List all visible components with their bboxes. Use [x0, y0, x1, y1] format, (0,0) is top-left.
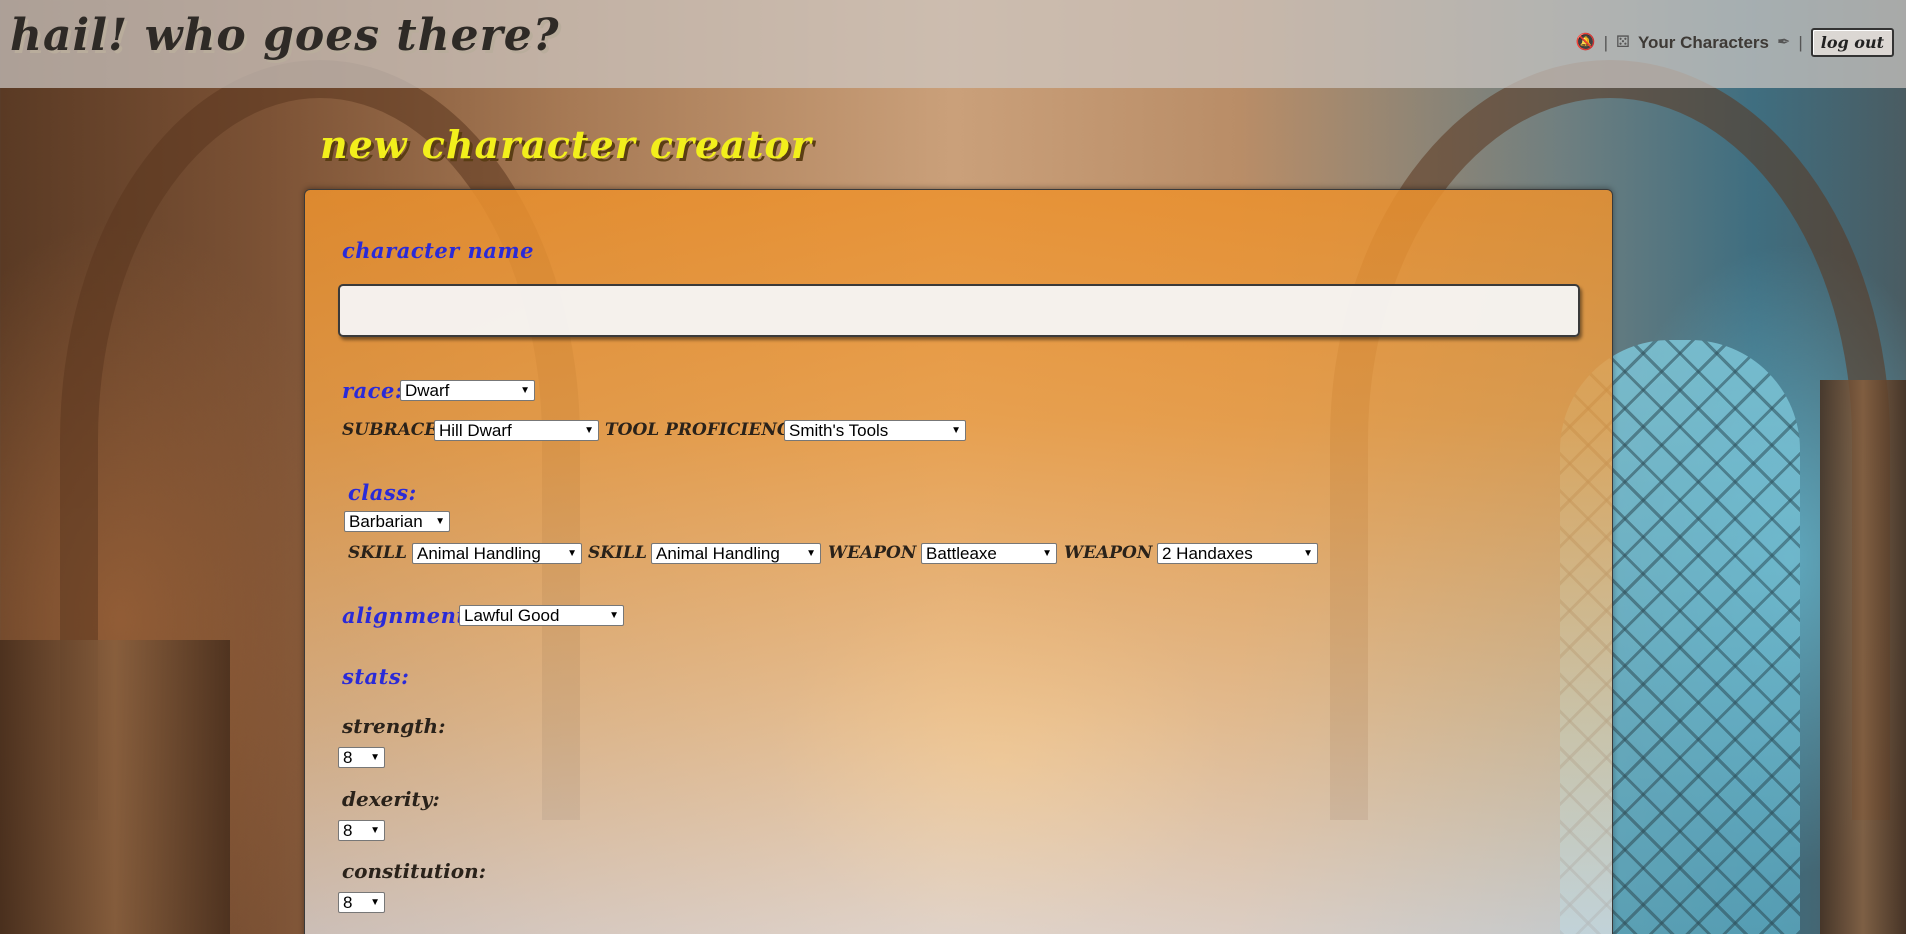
chevron-down-icon: ▼ [370, 751, 380, 763]
quill-icon: ✒ [1776, 33, 1791, 51]
character-name-label: Character Name [342, 238, 535, 263]
constitution-label: Constitution: [342, 859, 487, 883]
chevron-down-icon: ▼ [806, 547, 816, 559]
weapon-label-2: Weapon [1064, 543, 1153, 563]
class-label: Class: [348, 480, 417, 505]
weapon-select-2[interactable]: 2 Handaxes ▼ [1157, 543, 1318, 564]
strength-label: Strength: [342, 714, 446, 738]
chevron-down-icon: ▼ [520, 384, 530, 396]
subrace-select[interactable]: Hill Dwarf ▼ [434, 420, 599, 441]
chevron-down-icon: ▼ [609, 609, 619, 621]
skill-select-2[interactable]: Animal Handling ▼ [651, 543, 821, 564]
top-bar: Hail! Who Goes There? 🔕 | ⚄ Your Charact… [0, 0, 1906, 88]
chevron-down-icon: ▼ [435, 515, 445, 527]
strength-select[interactable]: 8 ▼ [338, 747, 385, 768]
chevron-down-icon: ▼ [370, 824, 380, 836]
skill-select-1-value: Animal Handling [417, 544, 541, 563]
weapon-select-1-value: Battleaxe [926, 544, 997, 563]
nav-separator: | [1798, 32, 1803, 52]
race-label: Race: [342, 378, 404, 403]
skill-select-1[interactable]: Animal Handling ▼ [412, 543, 582, 564]
weapon-label-1: Weapon [828, 543, 917, 563]
character-name-input[interactable] [338, 284, 1580, 337]
dice-icon: ⚄ [1616, 33, 1630, 51]
background-pillar-right [1820, 380, 1906, 934]
alignment-label: Alignment: [342, 603, 475, 628]
chevron-down-icon: ▼ [1303, 547, 1313, 559]
dexterity-select[interactable]: 8 ▼ [338, 820, 385, 841]
constitution-select-value: 8 [343, 893, 353, 912]
race-select[interactable]: Dwarf ▼ [400, 380, 535, 401]
alignment-select[interactable]: Lawful Good ▼ [459, 605, 624, 626]
chevron-down-icon: ▼ [370, 896, 380, 908]
stats-label: Stats: [342, 664, 410, 689]
weapon-select-1[interactable]: Battleaxe ▼ [921, 543, 1057, 564]
tool-proficiency-label: Tool Proficiency: [605, 420, 807, 440]
class-select-value: Barbarian [349, 512, 423, 531]
subrace-label: Subrace: [342, 420, 444, 440]
strength-select-value: 8 [343, 748, 353, 767]
top-nav: 🔕 | ⚄ Your Characters ✒ | Log Out [1576, 28, 1894, 57]
chevron-down-icon: ▼ [584, 424, 594, 436]
dexterity-select-value: 8 [343, 821, 353, 840]
logout-button[interactable]: Log Out [1810, 28, 1894, 57]
dexterity-label: Dexerity: [342, 787, 440, 811]
subrace-select-value: Hill Dwarf [439, 421, 512, 440]
class-select[interactable]: Barbarian ▼ [344, 511, 450, 532]
background-pillar-left [0, 640, 230, 934]
chevron-down-icon: ▼ [951, 424, 961, 436]
tool-proficiency-select[interactable]: Smith's Tools ▼ [784, 420, 966, 441]
skill-label-1: Skill [348, 543, 407, 563]
race-select-value: Dwarf [405, 381, 450, 400]
site-title[interactable]: Hail! Who Goes There? [10, 10, 560, 61]
bell-off-icon[interactable]: 🔕 [1576, 34, 1596, 51]
alignment-select-value: Lawful Good [464, 606, 560, 625]
weapon-select-2-value: 2 Handaxes [1162, 544, 1253, 563]
skill-select-2-value: Animal Handling [656, 544, 780, 563]
page-title: New Character Creator [320, 122, 812, 167]
skill-label-2: Skill [588, 543, 647, 563]
nav-separator: | [1603, 32, 1609, 52]
chevron-down-icon: ▼ [1042, 547, 1052, 559]
chevron-down-icon: ▼ [567, 547, 577, 559]
constitution-select[interactable]: 8 ▼ [338, 892, 385, 913]
tool-proficiency-select-value: Smith's Tools [789, 421, 889, 440]
your-characters-link[interactable]: Your Characters [1638, 33, 1769, 53]
